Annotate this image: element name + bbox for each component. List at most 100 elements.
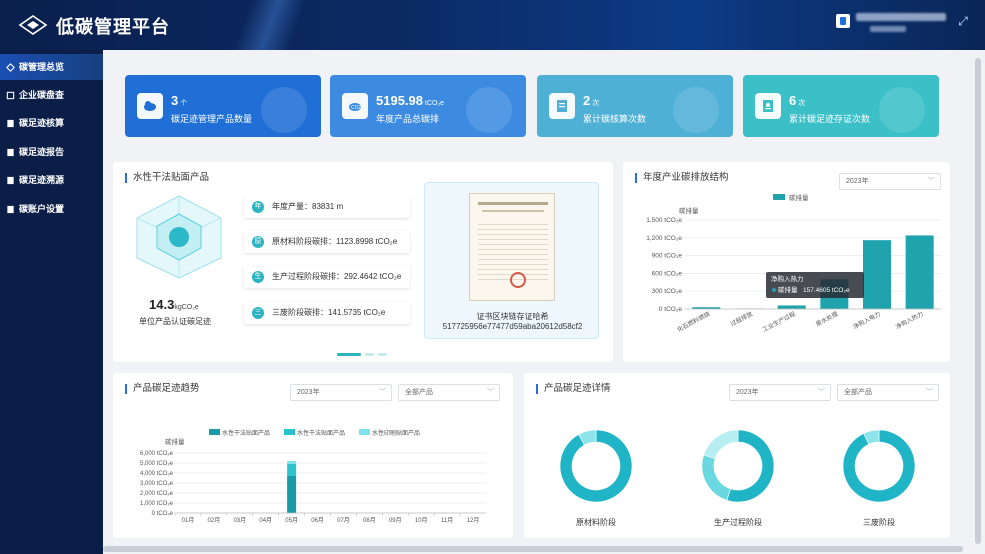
username-sub-redacted — [870, 26, 906, 32]
y-tick-label: 1,500 tCO₂e — [646, 217, 682, 224]
waste-icon: 三 — [252, 307, 264, 319]
output-icon: 年 — [252, 201, 264, 213]
x-tick-label: 12月 — [467, 517, 480, 524]
sidebar-item-label: 碳足迹溯源 — [19, 175, 65, 185]
sidebar: 碳管理总览 企业碳盘查 碳足迹核算 碳足迹报告 碳足迹溯源 碳账户设置 — [0, 50, 103, 554]
stat-label: 年度产品总碳排 — [376, 114, 440, 124]
annual-structure-panel: 年度产业碳排放结构 2023年 ﹀ 碳排量 碳排量 0 tCO₂e 300 tCO₂e 6… — [623, 162, 950, 362]
svg-text:CO2: CO2 — [351, 105, 362, 111]
cert-label: 证书区块链存证哈希 — [476, 312, 549, 321]
x-tick-label: 01月 — [182, 517, 195, 524]
report-icon — [7, 148, 14, 156]
stat-card-emission: CO2 5195.98 tCO₂e 年度产品总碳排 — [330, 75, 526, 137]
x-tick-label: 05月 — [285, 517, 298, 524]
y-tick-label: 300 tCO₂e — [652, 288, 683, 295]
decorative-cloud-icon — [261, 87, 307, 133]
y-axis-label: 碳排量 — [165, 437, 185, 446]
certificate-card[interactable]: 证书区块链存证哈希 517725956e77477d59aba20612d58c… — [424, 182, 599, 339]
sidebar-item-trace[interactable]: 碳足迹溯源 — [0, 167, 103, 193]
cert-hash: 517725956e77477d59aba20612d58cf2 — [442, 322, 583, 331]
overview-icon — [6, 62, 15, 72]
stat-value: 6 — [789, 93, 797, 108]
legend-swatch — [284, 429, 295, 435]
trend-panel: 产品碳足迹趋势 2023年 ﹀ 全部产品 ﹀ 水性干法贴面产品 水性干法贴面产品 水性印… — [113, 373, 513, 538]
decorative-co2-icon — [466, 87, 512, 133]
legend-swatch — [209, 429, 220, 435]
x-tick-label: 11月 — [441, 517, 453, 524]
stat-unit: tCO₂e — [425, 100, 445, 107]
bar-segment — [287, 461, 297, 464]
bar-segment — [287, 476, 297, 513]
x-tick-label: 04月 — [259, 517, 272, 524]
legend-swatch — [359, 429, 370, 435]
sidebar-item-account-settings[interactable]: 碳账户设置 — [0, 196, 103, 222]
y-tick-label: 0 tCO₂e — [152, 511, 174, 517]
stat-value: 5195.98 — [376, 93, 423, 108]
x-tick-label: 07月 — [337, 517, 350, 524]
legend-label: 水性干法贴面产品 — [297, 429, 345, 437]
tooltip-title: 净购入热力 — [771, 274, 804, 283]
y-tick-label: 4,000 tCO₂e — [140, 471, 174, 477]
y-tick-label: 600 tCO₂e — [652, 270, 683, 277]
stat-label: 累计碳核算次数 — [583, 114, 647, 124]
y-tick-label: 1,000 tCO₂e — [140, 501, 174, 507]
product-panel: 水性干法贴面产品 14.3kgCO₂e 单位产品认证碳足迹 年年度产量：8383… — [113, 162, 613, 362]
app-header: 低碳管理平台 ⤢ — [0, 0, 985, 50]
y-tick-label: 3,000 tCO₂e — [140, 481, 174, 487]
info-row-production: 生生产过程阶段碳排：292.4642 tCO₂e — [244, 266, 410, 288]
sidebar-item-label: 企业碳盘查 — [19, 90, 65, 100]
donut-label: 三废阶段 — [863, 517, 895, 527]
x-tick-label: 02月 — [208, 517, 221, 524]
accounting-icon — [7, 119, 14, 127]
sidebar-item-label: 碳管理总览 — [19, 62, 65, 72]
legend-label: 碳排量 — [789, 193, 809, 202]
y-tick-label: 5,000 tCO₂e — [140, 461, 174, 467]
stat-card-products: 3个 碳足迹管理产品数量 — [125, 75, 321, 137]
info-row-annual-output: 年年度产量：83831 m — [244, 196, 410, 218]
legend-label: 水性印刷贴面产品 — [372, 429, 420, 437]
sidebar-item-label: 碳足迹报告 — [19, 147, 65, 157]
trend-chart: 水性干法贴面产品 水性干法贴面产品 水性印刷贴面产品碳排量 0 tCO₂e 1,000 … — [140, 429, 486, 524]
carousel-dot[interactable] — [365, 353, 374, 356]
tooltip-marker — [772, 288, 776, 292]
footprint-label: 单位产品认证碳足迹 — [139, 317, 211, 326]
x-tick-label: 06月 — [311, 517, 324, 524]
footprint-value: 14.3 — [149, 297, 175, 312]
x-tick-label: 10月 — [415, 517, 428, 524]
sidebar-item-accounting[interactable]: 碳足迹核算 — [0, 110, 103, 136]
stat-label: 累计碳足迹存证次数 — [789, 114, 871, 124]
legend-swatch — [773, 194, 785, 200]
stat-card-certificates: 6次 累计碳足迹存证次数 — [743, 75, 939, 137]
donut-slice — [701, 454, 731, 501]
certificate-image[interactable] — [469, 193, 555, 301]
stat-unit: 次 — [798, 100, 806, 107]
donut-label: 原材料阶段 — [576, 517, 616, 527]
co2-icon: CO2 — [349, 103, 362, 111]
horizontal-scrollbar[interactable] — [103, 546, 963, 552]
bar-segment — [287, 464, 297, 476]
bar — [777, 305, 806, 309]
y-tick-label: 0 tCO₂e — [659, 306, 683, 313]
sidebar-item-overview[interactable]: 碳管理总览 — [0, 54, 103, 80]
detail-panel: 产品碳足迹详情 2023年 ﹀ 全部产品 ﹀ 原材料阶段 生产过程阶段 三废阶段 — [524, 373, 950, 538]
carousel-dot-active[interactable] — [337, 353, 361, 356]
x-tick-label: 净购入热力 — [894, 310, 924, 331]
fullscreen-icon[interactable]: ⤢ — [956, 14, 970, 28]
stat-card-accounting: 2次 累计碳核算次数 — [537, 75, 733, 137]
sidebar-item-inventory[interactable]: 企业碳盘查 — [0, 82, 103, 108]
stat-unit: 次 — [592, 100, 600, 107]
header-glow — [210, 0, 330, 50]
y-tick-label: 2,000 tCO₂e — [140, 491, 174, 497]
vertical-scrollbar[interactable] — [975, 58, 981, 544]
stat-unit: 个 — [180, 100, 188, 107]
certificate-icon — [763, 100, 773, 112]
carousel-dot[interactable] — [378, 353, 387, 356]
stat-value: 2 — [583, 93, 591, 108]
sidebar-item-report[interactable]: 碳足迹报告 — [0, 139, 103, 165]
y-tick-label: 900 tCO₂e — [652, 253, 683, 260]
x-tick-label: 08月 — [363, 517, 376, 524]
user-icon[interactable] — [836, 14, 850, 28]
bar — [905, 235, 934, 309]
username-redacted[interactable] — [856, 13, 946, 21]
legend-label: 水性干法贴面产品 — [222, 429, 270, 437]
